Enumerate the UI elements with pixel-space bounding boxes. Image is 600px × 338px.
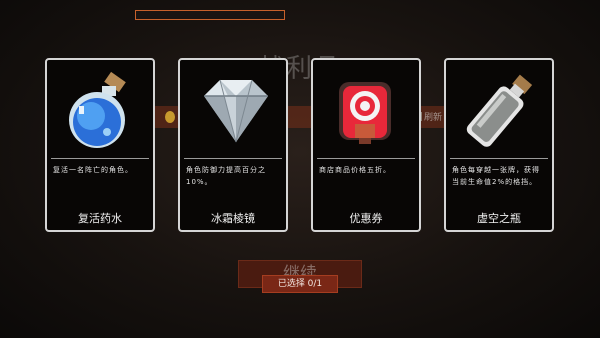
- progress-bar: [135, 10, 285, 20]
- reward-card-potion[interactable]: 复活一名阵亡的角色。 复活药水: [45, 58, 155, 232]
- card-separator: [51, 158, 149, 159]
- target-coupon-icon: [313, 66, 419, 154]
- refresh-label: 刷新: [424, 113, 443, 123]
- empty-bottle-icon: [446, 66, 552, 154]
- card-description: 角色每穿越一张牌，获得当前生命值2%的格挡。: [452, 166, 540, 186]
- coin-icon: [165, 111, 175, 123]
- reward-card-coupon[interactable]: 商店商品价格五折。 优惠券: [311, 58, 421, 232]
- card-description: 商店商品价格五折。: [319, 166, 391, 174]
- card-name: 复活药水: [78, 212, 122, 225]
- card-name: 冰霜棱镜: [211, 212, 255, 225]
- diamond-icon: [180, 66, 286, 154]
- blue-potion-icon: [47, 66, 153, 154]
- card-name: 虚空之瓶: [477, 212, 521, 225]
- card-separator: [317, 158, 415, 159]
- card-name: 优惠券: [349, 212, 383, 225]
- reward-card-diamond[interactable]: 角色防御力提高百分之10%。 冰霜棱镜: [178, 58, 288, 232]
- card-description: 角色防御力提高百分之10%。: [186, 166, 266, 186]
- reward-card-bottle[interactable]: 角色每穿越一张牌，获得当前生命值2%的格挡。 虚空之瓶: [444, 58, 554, 232]
- card-separator: [450, 158, 548, 159]
- selected-counter: 已选择 0/1: [262, 275, 338, 293]
- card-separator: [184, 158, 282, 159]
- card-description: 复活一名阵亡的角色。: [53, 166, 133, 174]
